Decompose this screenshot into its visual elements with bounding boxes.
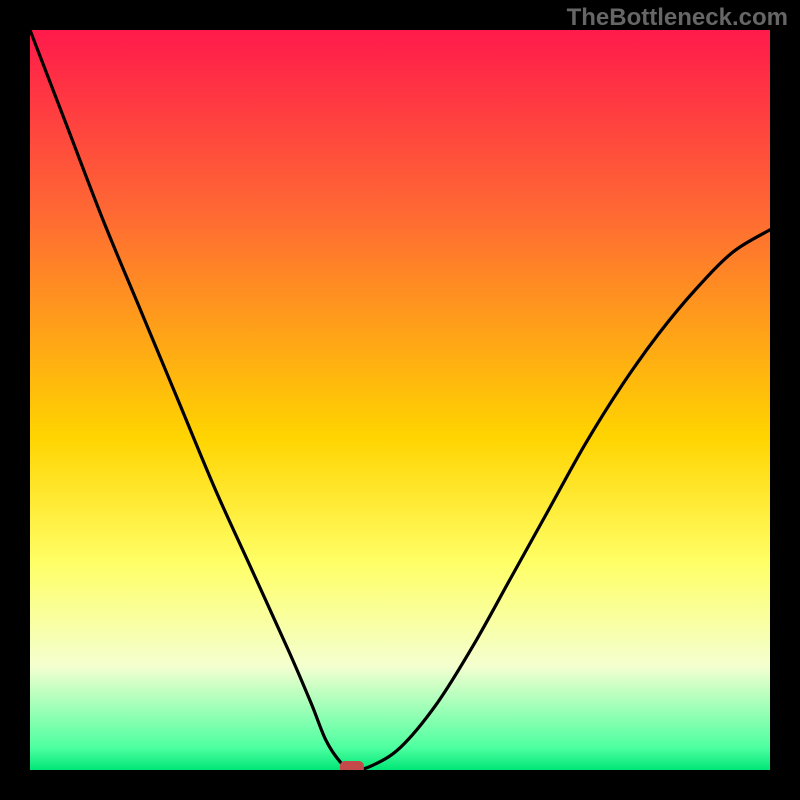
chart-svg: [30, 30, 770, 770]
plot-area: [30, 30, 770, 770]
chart-frame: TheBottleneck.com: [0, 0, 800, 800]
gradient-background: [30, 30, 770, 770]
watermark-text: TheBottleneck.com: [567, 4, 788, 32]
optimum-marker: [340, 761, 364, 770]
